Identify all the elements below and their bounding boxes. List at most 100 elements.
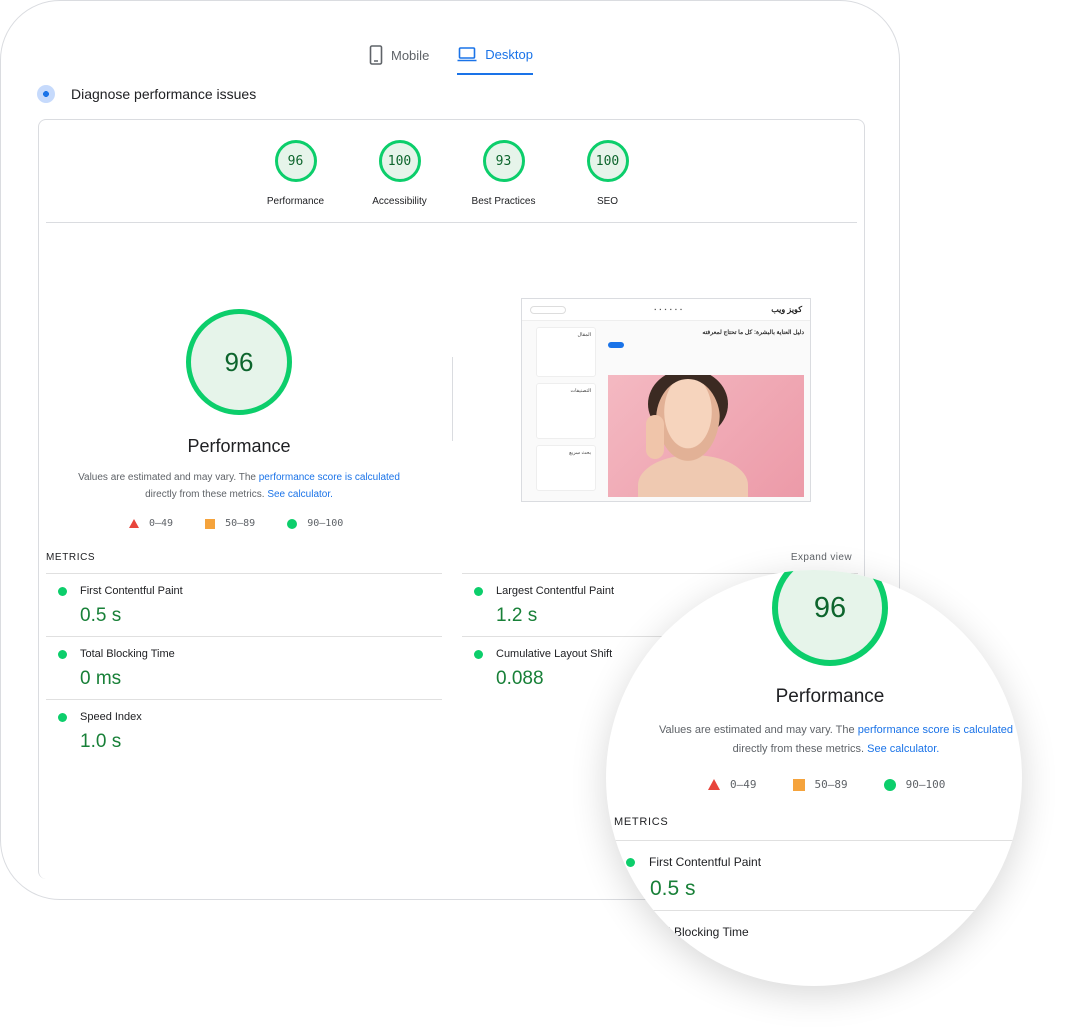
pass-circle-icon (626, 857, 635, 867)
pass-circle-icon (58, 586, 67, 596)
pass-circle-icon (58, 649, 67, 659)
thumb-side-box: التصنيفات (536, 383, 596, 439)
gauge-score: 100 (378, 140, 421, 182)
legend-label: 50–89 (225, 518, 256, 529)
legend-fail: 0–49 (129, 518, 173, 529)
zoom-performance-title: Performance (775, 686, 885, 707)
circle-icon (287, 518, 298, 529)
gauge-accessibility[interactable]: 100 Accessibility (357, 140, 443, 207)
note-text: directly from these metrics. (145, 489, 268, 500)
pass-circle-icon (58, 712, 67, 722)
performance-big-gauge: 96 (186, 309, 292, 415)
zoom-score-calculated-link[interactable]: performance score is calculated (858, 724, 1013, 736)
thumb-nav-links: ▪ ▪ ▪ ▪ ▪ ▪ (654, 306, 683, 313)
see-calculator-link[interactable]: See calculator. (267, 489, 333, 500)
pass-circle-icon (474, 586, 483, 596)
metrics-header: METRICS Expand view (46, 552, 852, 563)
legend-label: 90–100 (307, 518, 344, 529)
metric-tbt: Total Blocking Time 0 ms (46, 636, 442, 699)
metric-name: Cumulative Layout Shift (496, 648, 613, 660)
metric-fcp: First Contentful Paint 0.5 s (46, 573, 442, 636)
diagnose-icon (37, 85, 55, 103)
score-calculated-link[interactable]: performance score is calculated (259, 472, 400, 483)
gauges-divider (46, 222, 857, 223)
metrics-column-left: First Contentful Paint 0.5 s Total Block… (46, 573, 442, 762)
laptop-icon (457, 47, 477, 62)
gauge-seo[interactable]: 100 SEO (565, 140, 651, 207)
legend-label: 50–89 (814, 778, 848, 791)
note-text: Values are estimated and may vary. The (658, 724, 858, 736)
thumb-navbar: ▪ ▪ ▪ ▪ ▪ ▪ كويز ويب (522, 299, 810, 321)
metric-name: Largest Contentful Paint (496, 585, 615, 597)
thumb-shoulders (638, 455, 748, 497)
metric-value: 0.5 s (650, 877, 696, 900)
metric-value: 1.0 s (80, 731, 122, 752)
performance-title: Performance (187, 436, 291, 456)
thumb-brand: كويز ويب (771, 305, 802, 314)
metrics-title: METRICS (46, 552, 96, 563)
gauge-performance[interactable]: 96 Performance (253, 140, 339, 207)
expand-view-button[interactable]: Expand view (791, 552, 852, 563)
thumb-face (656, 379, 720, 461)
gauge-label: Best Practices (471, 196, 536, 207)
pass-circle-icon (474, 649, 483, 659)
legend-label: 0–49 (149, 518, 174, 529)
thumb-side-box: المقال (536, 327, 596, 377)
tab-desktop-label: Desktop (485, 46, 533, 62)
zoom-metrics-title: METRICS (614, 816, 669, 828)
thumb-headline: دليل العناية بالبشرة: كل ما تحتاج لمعرفت… (702, 330, 804, 336)
legend-average: 50–89 (205, 518, 255, 529)
gauge-label: SEO (596, 196, 619, 207)
diagnose-header: Diagnose performance issues (37, 85, 256, 103)
performance-note: Values are estimated and may vary. The p… (59, 469, 419, 503)
device-tabs: Mobile Desktop (369, 45, 533, 75)
legend-pass: 90–100 (883, 778, 946, 791)
tab-desktop[interactable]: Desktop (457, 45, 533, 75)
phone-icon (369, 45, 383, 65)
tab-mobile-label: Mobile (391, 47, 430, 63)
metric-value: 0 ms (80, 668, 122, 689)
thumb-hero-image (608, 375, 804, 497)
thumb-button (608, 342, 624, 348)
thumb-main: دليل العناية بالبشرة: كل ما تحتاج لمعرفت… (608, 329, 804, 348)
metric-name: Speed Index (80, 711, 142, 723)
page-screenshot-thumbnail[interactable]: ▪ ▪ ▪ ▪ ▪ ▪ كويز ويب المقال التصنيفات بح… (521, 298, 811, 502)
square-icon (792, 778, 805, 791)
diagnose-title: Diagnose performance issues (71, 86, 257, 102)
gauge-best-practices[interactable]: 93 Best Practices (461, 140, 547, 207)
circle-icon (883, 778, 896, 791)
zoom-metric-fcp: First Contentful Paint 0.5 s (606, 840, 1022, 910)
legend-fail: 0–49 (708, 778, 757, 791)
metric-name: First Contentful Paint (80, 585, 183, 597)
thumb-sidebar: المقال التصنيفات بحث سريع (536, 327, 596, 491)
gauge-score: 93 (482, 140, 525, 182)
metric-value: 0.5 s (80, 605, 122, 626)
note-text: Values are estimated and may vary. The (78, 472, 259, 483)
thumb-hand (646, 415, 664, 459)
zoom-metric-tbt-partial: l Blocking Time (606, 910, 1022, 970)
legend-pass: 90–100 (287, 518, 343, 529)
legend-label: 90–100 (905, 778, 946, 791)
triangle-icon (708, 779, 720, 790)
vertical-separator (452, 357, 453, 441)
zoom-see-calculator-link[interactable]: See calculator. (867, 743, 939, 755)
gauge-score: 100 (586, 140, 629, 182)
metric-name: l Blocking Time (668, 925, 749, 939)
zoom-score-legend: 0–49 50–89 90–100 (708, 778, 945, 791)
gauge-score: 96 (274, 140, 317, 182)
thumb-search-pill (530, 305, 566, 314)
legend-average: 50–89 (792, 778, 848, 791)
category-gauges: 96 Performance 100 Accessibility 93 Best… (39, 140, 864, 207)
gauge-label: Performance (266, 196, 325, 207)
note-text: directly from these metrics. (732, 743, 868, 755)
triangle-icon (129, 519, 139, 528)
gauge-label: Accessibility (372, 196, 427, 207)
tab-mobile[interactable]: Mobile (369, 45, 429, 75)
square-icon (205, 518, 216, 529)
score-legend: 0–49 50–89 90–100 (129, 518, 343, 529)
metric-name: Total Blocking Time (80, 648, 175, 660)
legend-label: 0–49 (730, 778, 757, 791)
metric-si: Speed Index 1.0 s (46, 699, 442, 762)
zoom-magnifier: 96 Performance Values are estimated and … (606, 570, 1022, 986)
thumb-side-box: بحث سريع (536, 445, 596, 491)
